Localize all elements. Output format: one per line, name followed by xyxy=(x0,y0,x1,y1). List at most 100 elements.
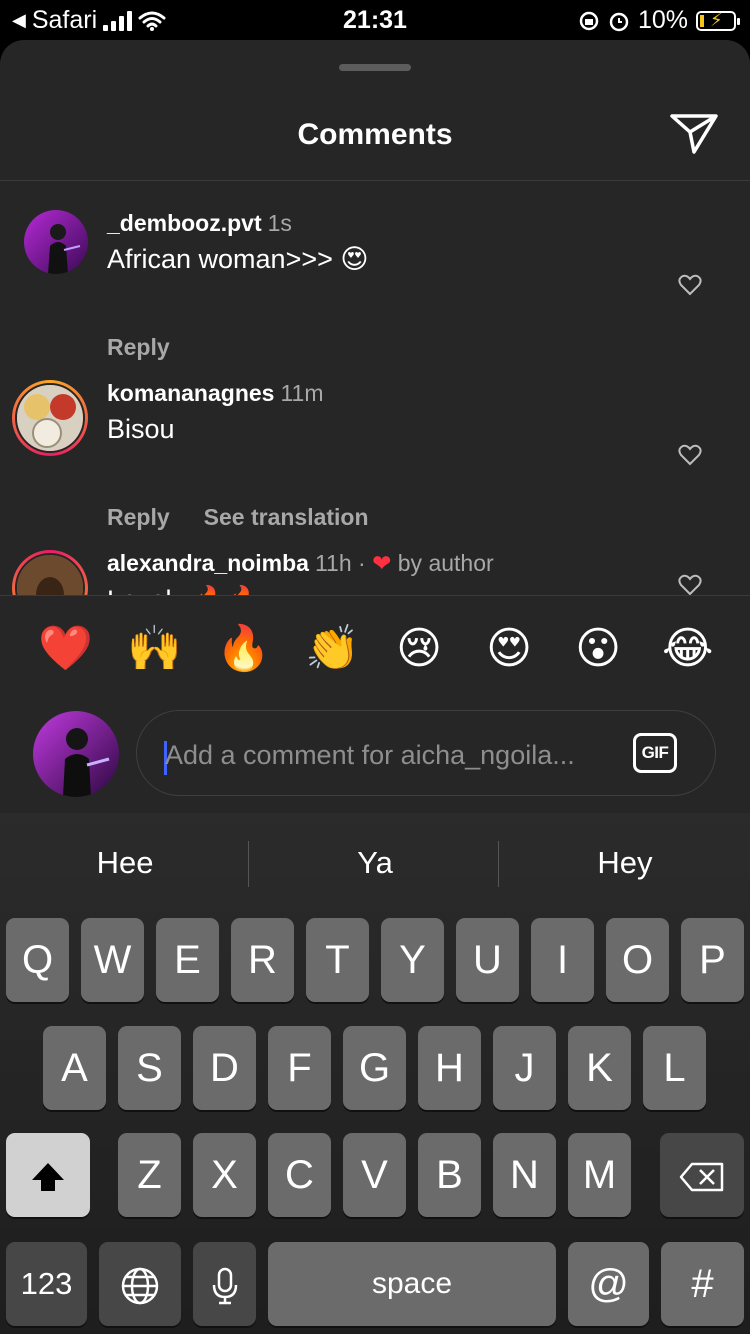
reply-button[interactable]: Reply xyxy=(107,334,170,361)
comment-text: African woman>>> 😍 xyxy=(107,244,369,274)
alarm-icon xyxy=(609,12,629,31)
battery-icon: ⚡ xyxy=(696,10,740,31)
suggestion-1[interactable]: Hee xyxy=(0,813,250,913)
comment-item: _dembooz.pvt 1s African woman>>> 😍 Reply xyxy=(0,210,750,360)
key-r[interactable]: R xyxy=(231,918,294,1002)
key-g[interactable]: G xyxy=(343,1026,406,1110)
microphone-icon xyxy=(212,1268,237,1305)
comment-time: 1s xyxy=(267,210,292,236)
comment-item: komananagnes 11m Bisou Reply See translat… xyxy=(0,380,750,530)
avatar-story-ring[interactable] xyxy=(12,550,88,600)
key-e[interactable]: E xyxy=(156,918,219,1002)
sheet-drag-handle[interactable] xyxy=(339,64,411,71)
comment-time: 11m xyxy=(280,380,324,406)
sheet-title: Comments xyxy=(297,118,453,151)
emoji-fire[interactable]: 🔥 xyxy=(216,624,271,674)
gif-button[interactable]: GIF xyxy=(633,733,677,773)
suggestion-3[interactable]: Hey xyxy=(500,813,750,913)
key-y[interactable]: Y xyxy=(381,918,444,1002)
emoji-raised-hands[interactable]: 🙌 xyxy=(127,624,182,674)
key-w[interactable]: W xyxy=(81,918,144,1002)
comment-text: Bisou xyxy=(107,414,175,444)
avatar-image xyxy=(17,555,83,600)
key-b[interactable]: B xyxy=(418,1133,481,1217)
emoji-surprised[interactable]: 😮 xyxy=(573,624,623,674)
comment-username[interactable]: komananagnes xyxy=(107,380,274,406)
status-right: 10% ⚡ xyxy=(578,6,740,35)
key-x[interactable]: X xyxy=(193,1133,256,1217)
comment-time: 11h xyxy=(314,550,352,576)
comment-username[interactable]: alexandra_noimba xyxy=(107,550,309,576)
comments-sheet: Comments _dembooz.pvt 1s African woman>>>… xyxy=(0,40,750,600)
backspace-key[interactable] xyxy=(660,1133,744,1217)
shift-arrow-icon xyxy=(32,1163,64,1192)
comment-header: _dembooz.pvt 1s xyxy=(107,210,292,237)
key-d[interactable]: D xyxy=(193,1026,256,1110)
status-bar: ◀ Safari 21:31 10% ⚡ xyxy=(0,0,750,40)
key-j[interactable]: J xyxy=(493,1026,556,1110)
key-v[interactable]: V xyxy=(343,1133,406,1217)
microphone-key[interactable] xyxy=(193,1242,256,1326)
avatar-image xyxy=(33,711,119,797)
battery-percent: 10% xyxy=(637,6,688,34)
space-key[interactable]: space xyxy=(268,1242,556,1326)
comment-composer: Add a comment for aicha_ngoila... GIF xyxy=(0,707,750,813)
key-n[interactable]: N xyxy=(493,1133,556,1217)
avatar-image xyxy=(24,210,88,274)
author-heart-icon: ❤ xyxy=(372,550,392,576)
dot-separator: · xyxy=(358,550,373,576)
comment-header: alexandra_noimba 11h · ❤ by author xyxy=(107,550,494,577)
comment-input[interactable]: Add a comment for aicha_ngoila... GIF xyxy=(136,710,716,796)
key-f[interactable]: F xyxy=(268,1026,331,1110)
like-heart-icon[interactable] xyxy=(678,574,702,596)
key-m[interactable]: M xyxy=(568,1133,631,1217)
globe-icon xyxy=(121,1268,159,1305)
key-q[interactable]: Q xyxy=(6,918,69,1002)
comment-header: komananagnes 11m xyxy=(107,380,324,407)
emoji-clap[interactable]: 👏 xyxy=(305,624,360,674)
like-heart-icon[interactable] xyxy=(678,444,702,466)
at-key[interactable]: @ xyxy=(568,1242,649,1326)
reply-button[interactable]: Reply xyxy=(107,504,170,531)
comment-username[interactable]: _dembooz.pvt xyxy=(107,210,262,236)
key-z[interactable]: Z xyxy=(118,1133,181,1217)
emoji-laughing[interactable]: 😂 xyxy=(662,624,713,674)
key-c[interactable]: C xyxy=(268,1133,331,1217)
backspace-icon xyxy=(679,1163,724,1192)
key-p[interactable]: P xyxy=(681,918,744,1002)
comment-item: alexandra_noimba 11h · ❤ by author Lovely… xyxy=(0,550,750,600)
header-divider xyxy=(0,180,750,181)
keyboard: Hee Ya Hey Q W E R T Y U I O P A S D F G… xyxy=(0,813,750,1334)
key-k[interactable]: K xyxy=(568,1026,631,1110)
key-l[interactable]: L xyxy=(643,1026,706,1110)
key-t[interactable]: T xyxy=(306,918,369,1002)
emoji-crying[interactable]: 😢 xyxy=(394,624,444,674)
numbers-key[interactable]: 123 xyxy=(6,1242,87,1326)
rotation-lock-icon xyxy=(579,11,599,30)
globe-key[interactable] xyxy=(99,1242,181,1326)
key-h[interactable]: H xyxy=(418,1026,481,1110)
emoji-heart[interactable]: ❤️ xyxy=(38,624,93,674)
like-heart-icon[interactable] xyxy=(678,274,702,296)
emoji-heart-eyes[interactable]: 😍 xyxy=(484,624,534,674)
hash-key[interactable]: # xyxy=(661,1242,744,1326)
comment-placeholder: Add a comment for aicha_ngoila... xyxy=(165,740,575,770)
avatar[interactable] xyxy=(24,210,88,274)
key-s[interactable]: S xyxy=(118,1026,181,1110)
key-i[interactable]: I xyxy=(531,918,594,1002)
key-a[interactable]: A xyxy=(43,1026,106,1110)
key-o[interactable]: O xyxy=(606,918,669,1002)
my-avatar xyxy=(33,711,119,797)
comment-actions: Reply See translation xyxy=(107,504,369,531)
see-translation-button[interactable]: See translation xyxy=(204,504,369,531)
avatar-story-ring[interactable] xyxy=(12,380,88,456)
comment-actions: Reply xyxy=(107,334,170,361)
suggestion-divider xyxy=(248,841,249,887)
shift-key[interactable] xyxy=(6,1133,90,1217)
suggestion-divider xyxy=(498,841,499,887)
avatar-image xyxy=(17,385,83,451)
share-send-icon[interactable] xyxy=(668,112,720,156)
liked-by-author: by author xyxy=(397,550,494,576)
suggestion-2[interactable]: Ya xyxy=(250,813,500,913)
key-u[interactable]: U xyxy=(456,918,519,1002)
